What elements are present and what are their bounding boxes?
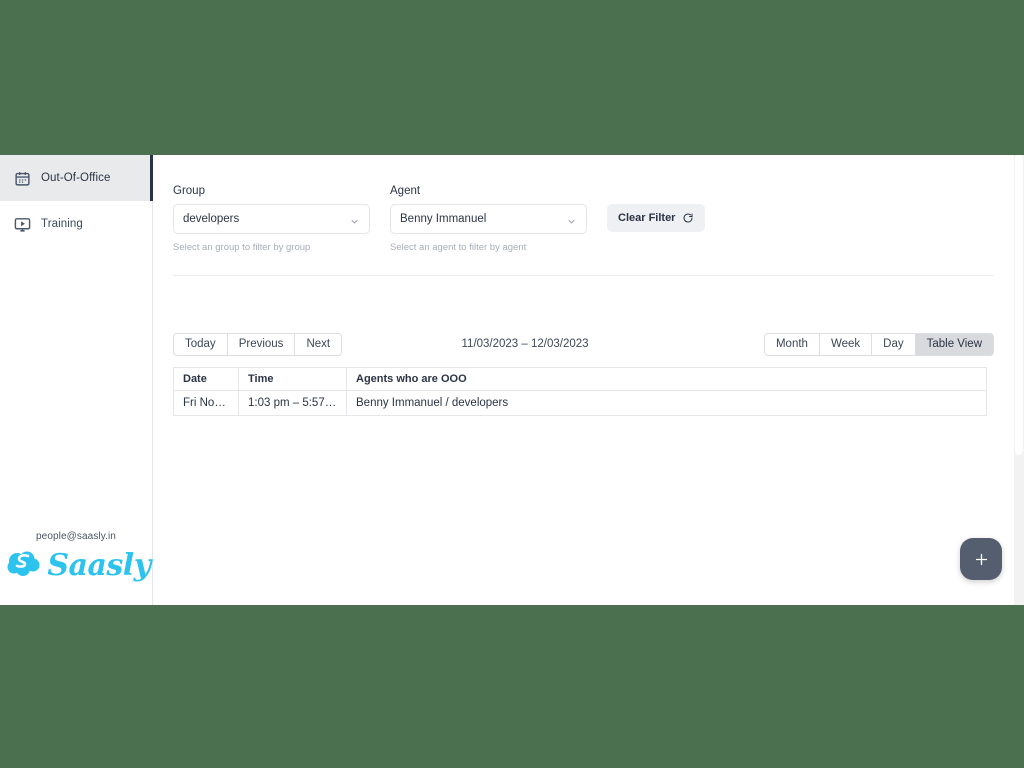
calendar-view-group: Month Week Day Table View: [763, 332, 994, 356]
saasly-cloud-icon: [5, 548, 45, 583]
calendar-nav-group: Today Previous Next: [173, 332, 343, 356]
next-button[interactable]: Next: [295, 332, 343, 356]
refresh-icon: [682, 212, 694, 224]
scrollbar-thumb[interactable]: [1015, 155, 1023, 455]
sidebar-item-label: Out-Of-Office: [41, 172, 111, 184]
sidebar: Out-Of-Office Training people@saasly.in: [0, 155, 153, 605]
column-header-time: Time: [238, 367, 347, 391]
brand-logo: Saasly: [0, 548, 152, 583]
sidebar-item-label: Training: [41, 218, 83, 230]
column-header-date: Date: [173, 367, 239, 391]
view-table-button[interactable]: Table View: [915, 332, 994, 356]
calendar-toolbar: Today Previous Next 11/03/2023 – 12/03/2…: [173, 332, 994, 356]
view-month-button[interactable]: Month: [763, 332, 820, 356]
agent-filter: Agent Benny Immanuel Select an agent to …: [390, 185, 587, 253]
agent-select[interactable]: Benny Immanuel: [390, 204, 587, 234]
sidebar-item-training[interactable]: Training: [0, 201, 152, 247]
main-content: Group developers Select an group to filt…: [153, 155, 1024, 605]
table-header-row: Date Time Agents who are OOO: [173, 367, 987, 391]
agent-select-value: Benny Immanuel: [400, 213, 487, 225]
brand-email: people@saasly.in: [36, 531, 116, 542]
previous-button[interactable]: Previous: [227, 332, 296, 356]
table-row[interactable]: Fri Nov 03 1:03 pm – 5:57 pm Benny Imman…: [173, 390, 987, 416]
sidebar-item-out-of-office[interactable]: Out-Of-Office: [0, 155, 153, 201]
training-monitor-icon: [14, 216, 31, 233]
group-filter-hint: Select an group to filter by group: [173, 242, 311, 253]
brand-wordmark: Saasly: [47, 547, 151, 583]
cell-agents: Benny Immanuel / developers: [346, 390, 987, 416]
plus-icon: [973, 551, 990, 568]
today-button[interactable]: Today: [173, 332, 228, 356]
chevron-down-icon: [349, 214, 360, 225]
group-select[interactable]: developers: [173, 204, 370, 234]
group-select-value: developers: [183, 213, 240, 225]
calendar-date-range: 11/03/2023 – 12/03/2023: [461, 338, 589, 350]
filter-bar: Group developers Select an group to filt…: [173, 185, 994, 276]
add-button[interactable]: [960, 538, 1002, 580]
sidebar-brand: people@saasly.in Saasly: [0, 531, 152, 605]
cell-date: Fri Nov 03: [173, 390, 239, 416]
view-week-button[interactable]: Week: [819, 332, 873, 356]
ooo-table: Date Time Agents who are OOO Fri Nov 03 …: [173, 367, 987, 416]
group-filter-label: Group: [173, 185, 205, 197]
vertical-scrollbar[interactable]: [1014, 155, 1024, 605]
cell-time: 1:03 pm – 5:57 pm: [238, 390, 347, 416]
app-window: Out-Of-Office Training people@saasly.in: [0, 155, 1024, 605]
clear-filter-button[interactable]: Clear Filter: [607, 204, 706, 232]
chevron-down-icon: [566, 214, 577, 225]
clear-filter-label: Clear Filter: [618, 212, 676, 224]
view-day-button[interactable]: Day: [872, 332, 916, 356]
group-filter: Group developers Select an group to filt…: [173, 185, 370, 253]
agent-filter-label: Agent: [390, 185, 421, 197]
column-header-agents: Agents who are OOO: [346, 367, 987, 391]
agent-filter-hint: Select an agent to filter by agent: [390, 242, 527, 253]
calendar-icon: [14, 170, 31, 187]
